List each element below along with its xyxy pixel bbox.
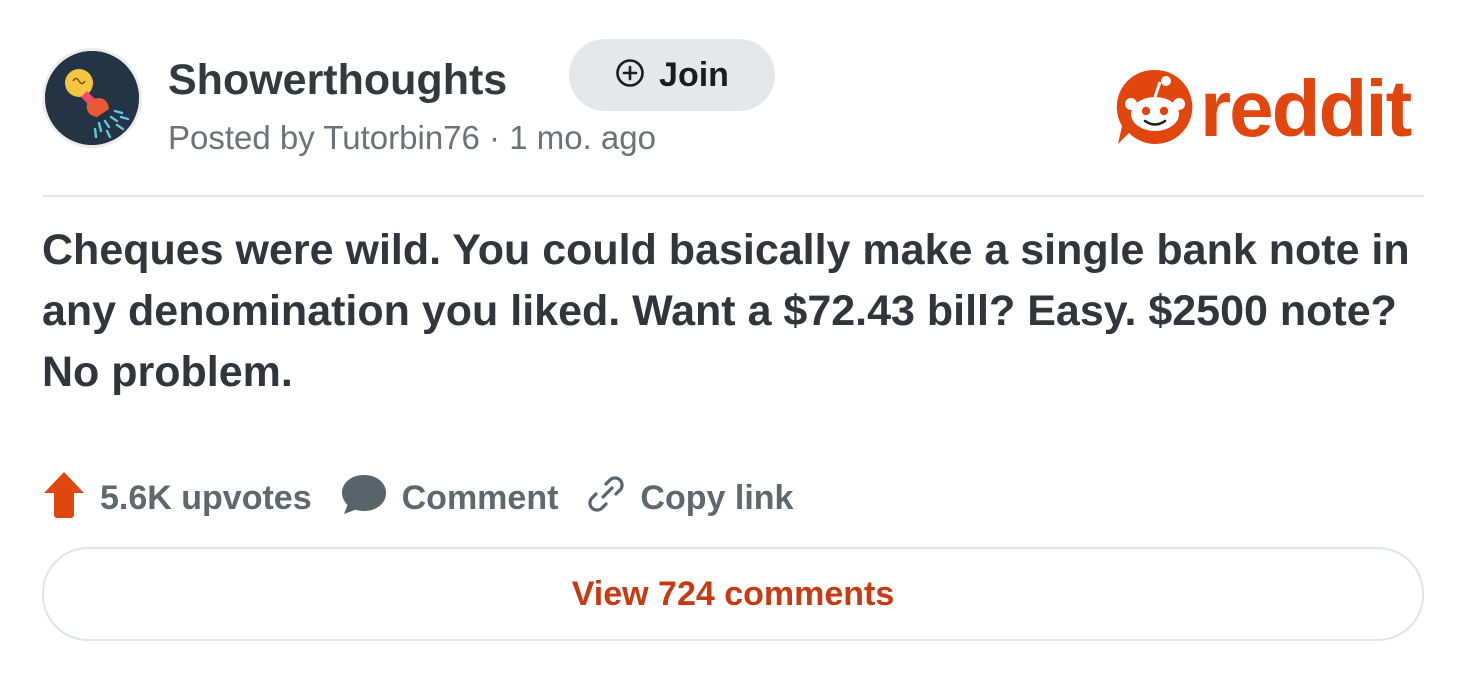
reddit-snoo-icon [1114,66,1196,153]
copy-link-label: Copy link [640,478,794,517]
post-meta: Posted by Tutorbin76 · 1 mo. ago [168,119,656,156]
subreddit-name[interactable]: Showerthoughts [168,50,507,110]
join-button[interactable]: Join [569,39,775,111]
subreddit-avatar[interactable] [42,48,142,148]
copy-link-button[interactable]: Copy link [586,474,793,523]
reddit-wordmark: reddit [1200,64,1412,153]
header-divider [42,195,1424,197]
post-header: Showerthoughts Join Posted by Tutorbin76… [42,39,1424,156]
join-label: Join [659,55,729,94]
upvote-arrow-icon[interactable] [42,469,86,528]
upvote-button[interactable]: 5.6K upvotes [42,469,312,528]
post-card: Showerthoughts Join Posted by Tutorbin76… [42,0,1424,700]
lightbulb-shower-icon [45,51,139,145]
reddit-logo[interactable]: reddit [1114,64,1412,154]
post-title[interactable]: Cheques were wild. You could basically m… [42,220,1424,403]
upvote-count: 5.6K upvotes [100,478,312,517]
view-comments-button[interactable]: View 724 comments [42,547,1424,641]
speech-bubble-icon [340,472,388,525]
post-actions: 5.6K upvotes Comment Copy link [42,470,821,526]
comment-label: Comment [401,478,559,517]
comment-button[interactable]: Comment [340,472,559,525]
plus-circle-icon [615,58,645,93]
link-icon [586,474,626,523]
